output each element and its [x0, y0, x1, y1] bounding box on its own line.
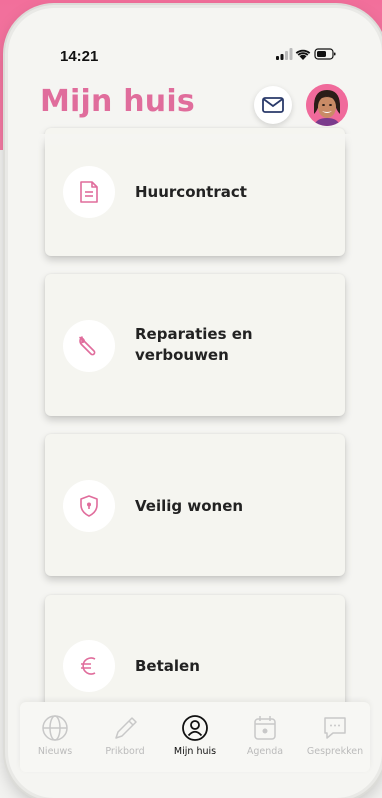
- wrench-icon: [63, 320, 115, 372]
- tab-label: Agenda: [246, 746, 284, 757]
- battery-icon: [314, 48, 336, 60]
- card-label: Betalen: [135, 657, 200, 675]
- phone-frame: 14:21 Mijn huis Huurcontract Reparaties …: [8, 8, 382, 798]
- card-veilig-wonen[interactable]: Veilig wonen: [45, 434, 345, 576]
- tab-prikbord[interactable]: Prikbord: [90, 702, 160, 772]
- envelope-icon: [262, 97, 284, 113]
- signal-icon: [276, 48, 293, 60]
- euro-icon: [63, 640, 115, 692]
- chat-icon: [324, 717, 346, 739]
- tab-mijn-huis[interactable]: Mijn huis: [160, 702, 230, 772]
- person-icon: [182, 715, 208, 741]
- card-label: Reparaties en verbouwen: [135, 325, 253, 364]
- card-label: Huurcontract: [135, 183, 247, 201]
- avatar[interactable]: [306, 84, 348, 126]
- card-reparaties[interactable]: Reparaties en verbouwen: [45, 274, 345, 416]
- globe-icon: [42, 715, 68, 741]
- pencil-icon: [115, 717, 137, 739]
- tab-gesprekken[interactable]: Gesprekken: [300, 702, 370, 772]
- user-avatar: [306, 84, 348, 126]
- tab-label: Gesprekken: [306, 746, 364, 757]
- page-title: Mijn huis: [40, 84, 195, 119]
- mail-button[interactable]: [254, 86, 292, 124]
- tab-label: Prikbord: [105, 746, 145, 757]
- wifi-icon: [295, 49, 311, 60]
- document-icon: [63, 166, 115, 218]
- shield-lock-icon: [63, 480, 115, 532]
- status-icons: [276, 46, 336, 65]
- calendar-icon: [254, 716, 276, 740]
- header-fade: [8, 134, 382, 150]
- tab-nieuws[interactable]: Nieuws: [20, 702, 90, 772]
- tab-bar: Nieuws Prikbord Mijn huis Agenda Gesprek…: [20, 702, 370, 772]
- tab-label: Mijn huis: [173, 746, 217, 757]
- tab-label: Nieuws: [37, 746, 73, 757]
- status-time: 14:21: [60, 48, 99, 65]
- card-label: Veilig wonen: [135, 497, 244, 515]
- tab-agenda[interactable]: Agenda: [230, 702, 300, 772]
